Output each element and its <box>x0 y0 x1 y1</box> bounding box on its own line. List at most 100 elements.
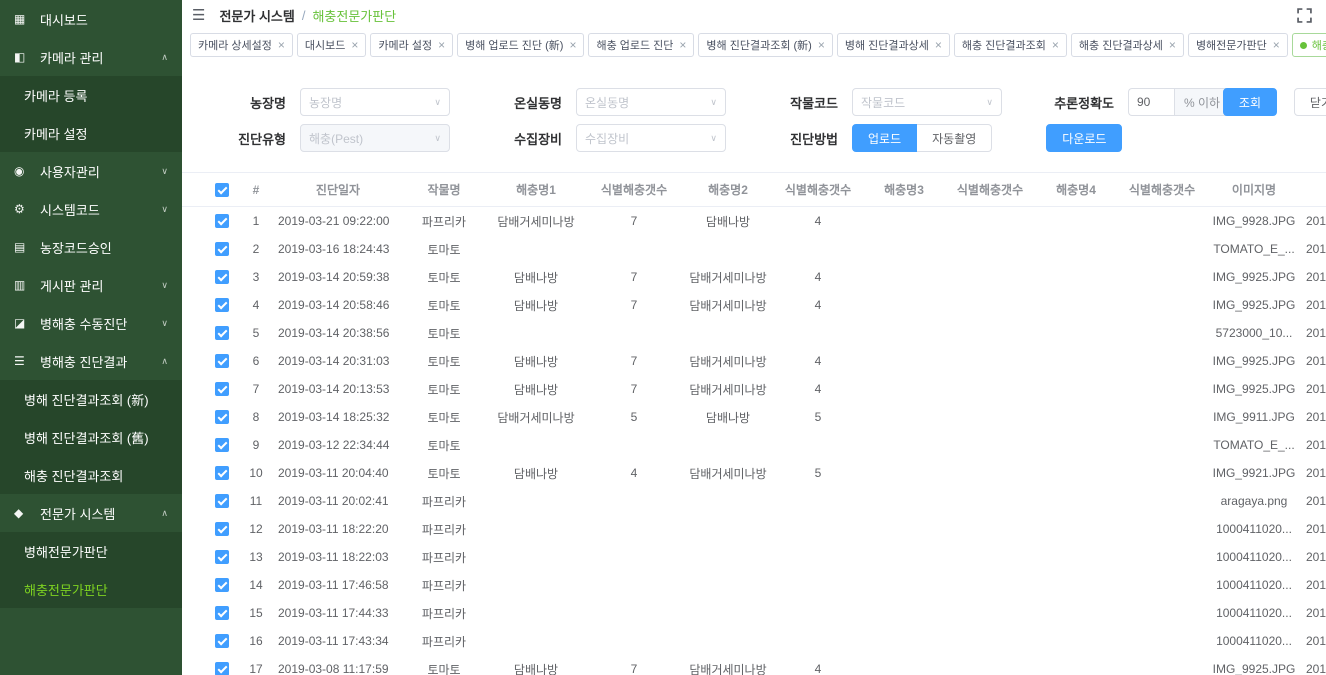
close-icon[interactable]: × <box>438 39 445 51</box>
method-upload-button[interactable]: 업로드 <box>852 124 917 152</box>
tab[interactable]: 카메라 상세설정 × <box>190 33 293 57</box>
tab[interactable]: 병해 진단결과조회 (新)× <box>698 33 832 57</box>
tab[interactable]: 병해 진단결과상세× <box>837 33 950 57</box>
table-row[interactable]: 122019-03-11 18:22:20파프리카1000411020...20… <box>182 515 1326 543</box>
download-button[interactable]: 다운로드 <box>1046 124 1122 152</box>
method-autocapture-button[interactable]: 자동촬영 <box>917 124 992 152</box>
tab[interactable]: 카메라 설정× <box>370 33 453 57</box>
sidebar-item[interactable]: 해충전문가판단 <box>0 570 182 608</box>
tab[interactable]: 해충 진단결과조회× <box>954 33 1067 57</box>
topbar: ☰ 전문가 시스템 / 해충전문가판단 <box>182 0 1326 30</box>
row-checkbox-cell <box>182 578 238 592</box>
sidebar-item[interactable]: ⚙시스템코드∨ <box>0 190 182 228</box>
table-cell: 2019-03-11 17:43:34 <box>274 634 402 648</box>
greenhouse-select[interactable]: 온실동명 ∨ <box>576 88 726 116</box>
breadcrumb-root[interactable]: 전문가 시스템 <box>219 6 294 25</box>
row-checkbox[interactable] <box>215 242 229 256</box>
close-icon[interactable]: × <box>818 39 825 51</box>
farm-name-select[interactable]: 농장명 ∨ <box>300 88 450 116</box>
select-all-checkbox[interactable] <box>215 183 229 197</box>
table-cell: 토마토 <box>402 353 486 370</box>
table-cell: 4 <box>774 382 862 396</box>
table-row[interactable]: 62019-03-14 20:31:03토마토담배나방7담배거세미나방4IMG_… <box>182 347 1326 375</box>
accuracy-input[interactable] <box>1128 88 1174 116</box>
table-row[interactable]: 32019-03-14 20:59:38토마토담배나방7담배거세미나방4IMG_… <box>182 263 1326 291</box>
table-row[interactable]: 82019-03-14 18:25:32토마토담배거세미나방5담배나방5IMG_… <box>182 403 1326 431</box>
fullscreen-icon[interactable] <box>1297 8 1312 23</box>
row-checkbox[interactable] <box>215 466 229 480</box>
sidebar-item[interactable]: 해충 진단결과조회 <box>0 456 182 494</box>
table-row[interactable]: 72019-03-14 20:13:53토마토담배나방7담배거세미나방4IMG_… <box>182 375 1326 403</box>
tab[interactable]: 해충 진단결과상세× <box>1071 33 1184 57</box>
row-checkbox[interactable] <box>215 606 229 620</box>
table-row[interactable]: 152019-03-11 17:44:33파프리카1000411020...20… <box>182 599 1326 627</box>
close-icon[interactable]: × <box>569 39 576 51</box>
tab-label: 카메라 상세설정 <box>198 37 272 53</box>
tab-active[interactable]: 해충전문가판단× <box>1292 33 1326 57</box>
close-icon[interactable]: × <box>679 39 686 51</box>
table-row[interactable]: 102019-03-11 20:04:40토마토담배나방4담배거세미나방5IMG… <box>182 459 1326 487</box>
sidebar-item[interactable]: ▦대시보드 <box>0 0 182 38</box>
row-checkbox[interactable] <box>215 214 229 228</box>
sidebar-item[interactable]: ☰병해충 진단결과∧ <box>0 342 182 380</box>
column-header: 식별해충갯수 <box>946 181 1034 198</box>
table-cell: 파프리카 <box>402 549 486 566</box>
sidebar-item[interactable]: ▥게시판 관리∨ <box>0 266 182 304</box>
row-checkbox[interactable] <box>215 494 229 508</box>
chevron-down-icon: ∨ <box>434 97 441 108</box>
sidebar-item[interactable]: 카메라 설정 <box>0 114 182 152</box>
table-row[interactable]: 12019-03-21 09:22:00파프리카담배거세미나방7담배나방4IMG… <box>182 207 1326 235</box>
sidebar-item[interactable]: ◪병해충 수동진단∨ <box>0 304 182 342</box>
row-checkbox[interactable] <box>215 522 229 536</box>
row-checkbox[interactable] <box>215 298 229 312</box>
tab[interactable]: 대시보드× <box>297 33 367 57</box>
diagnosis-type-select[interactable]: 해충(Pest) ∨ <box>300 124 450 152</box>
row-checkbox[interactable] <box>215 578 229 592</box>
sidebar-item[interactable]: ◉사용자관리∨ <box>0 152 182 190</box>
sidebar-item[interactable]: 병해전문가판단 <box>0 532 182 570</box>
sidebar-item[interactable]: ◧카메라 관리∧ <box>0 38 182 76</box>
table-row[interactable]: 142019-03-11 17:46:58파프리카1000411020...20… <box>182 571 1326 599</box>
row-checkbox[interactable] <box>215 634 229 648</box>
row-checkbox[interactable] <box>215 550 229 564</box>
table-row[interactable]: 112019-03-11 20:02:41파프리카aragaya.png201 <box>182 487 1326 515</box>
table-cell: 5 <box>238 326 274 340</box>
tab[interactable]: 병해전문가판단× <box>1188 33 1288 57</box>
hamburger-menu-icon[interactable]: ☰ <box>192 6 205 24</box>
device-select[interactable]: 수집장비 ∨ <box>576 124 726 152</box>
table-row[interactable]: 52019-03-14 20:38:56토마토5723000_10...201 <box>182 319 1326 347</box>
table-row[interactable]: 172019-03-08 11:17:59토마토담배나방7담배거세미나방4IMG… <box>182 655 1326 675</box>
table-row[interactable]: 132019-03-11 18:22:03파프리카1000411020...20… <box>182 543 1326 571</box>
table-row[interactable]: 92019-03-12 22:34:44토마토TOMATO_E_...201 <box>182 431 1326 459</box>
sidebar-item[interactable]: ◆전문가 시스템∧ <box>0 494 182 532</box>
row-checkbox[interactable] <box>215 662 229 675</box>
table-row[interactable]: 162019-03-11 17:43:34파프리카1000411020...20… <box>182 627 1326 655</box>
row-checkbox[interactable] <box>215 270 229 284</box>
device-placeholder: 수집장비 <box>585 130 629 147</box>
close-icon[interactable]: × <box>935 39 942 51</box>
close-icon[interactable]: × <box>1169 39 1176 51</box>
row-checkbox[interactable] <box>215 438 229 452</box>
crop-code-select[interactable]: 작물코드 ∨ <box>852 88 1002 116</box>
close-icon[interactable]: × <box>1052 39 1059 51</box>
sidebar-item-label: 해충 진단결과조회 <box>24 466 123 485</box>
row-checkbox[interactable] <box>215 382 229 396</box>
row-checkbox[interactable] <box>215 326 229 340</box>
row-checkbox[interactable] <box>215 410 229 424</box>
sidebar-item[interactable]: 병해 진단결과조회 (舊) <box>0 418 182 456</box>
table-cell: 담배나방 <box>682 409 774 426</box>
close-icon[interactable]: × <box>278 39 285 51</box>
row-checkbox[interactable] <box>215 354 229 368</box>
close-button[interactable]: 닫기 <box>1294 88 1326 116</box>
close-icon[interactable]: × <box>1273 39 1280 51</box>
table-row[interactable]: 42019-03-14 20:58:46토마토담배나방7담배거세미나방4IMG_… <box>182 291 1326 319</box>
sidebar-item[interactable]: ▤농장코드승인 <box>0 228 182 266</box>
tab[interactable]: 해충 업로드 진단× <box>588 33 694 57</box>
search-button[interactable]: 조회 <box>1223 88 1277 116</box>
table-cell: 7 <box>586 214 682 228</box>
sidebar-item[interactable]: 병해 진단결과조회 (新) <box>0 380 182 418</box>
table-row[interactable]: 22019-03-16 18:24:43토마토TOMATO_E_...201 <box>182 235 1326 263</box>
tab[interactable]: 병해 업로드 진단 (新)× <box>457 33 584 57</box>
sidebar-item[interactable]: 카메라 등록 <box>0 76 182 114</box>
close-icon[interactable]: × <box>351 39 358 51</box>
